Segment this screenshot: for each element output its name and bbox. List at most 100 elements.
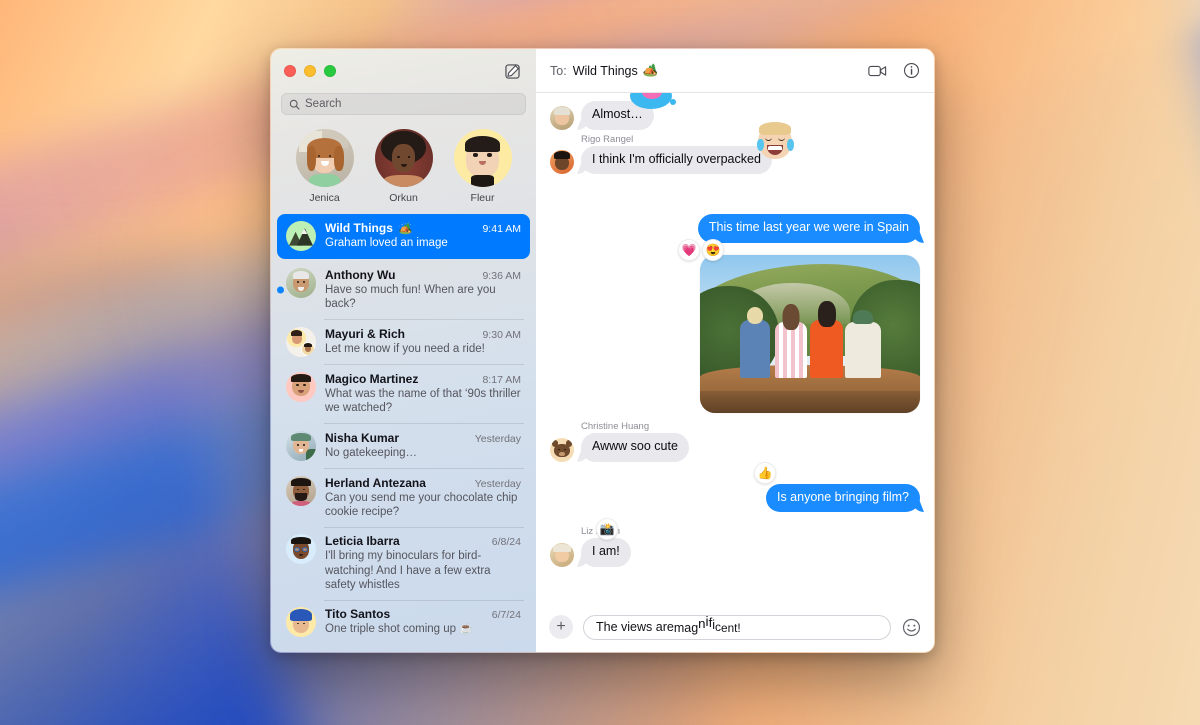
conversation-time: 9:36 AM <box>482 270 521 282</box>
pinned-contact-label: Fleur <box>470 192 495 204</box>
conversation-body: Magico Martinez 8:17 AM What was the nam… <box>325 372 521 416</box>
reaction-heart[interactable]: 💗 <box>678 238 700 261</box>
avatar <box>286 326 316 357</box>
to-label: To: <box>550 63 567 78</box>
conversation-emoji: 🏕️ <box>398 223 413 235</box>
video-camera-icon[interactable] <box>868 64 887 78</box>
conversation-row-magico-martinez[interactable]: Magico Martinez 8:17 AM What was the nam… <box>277 365 530 424</box>
reaction-camera[interactable]: 📸 <box>596 518 618 541</box>
message-list[interactable]: Almost… Rigo Rangel I think I'm official… <box>536 93 934 608</box>
conversation-row-nisha-kumar[interactable]: Nisha Kumar Yesterday No gatekeeping… <box>277 424 530 469</box>
conversation-row-herland-antezana[interactable]: Herland Antezana Yesterday Can you send … <box>277 469 530 528</box>
reaction-heart-eyes[interactable]: 😍 <box>702 238 724 261</box>
plus-label: + <box>556 618 566 635</box>
conversation-body: Nisha Kumar Yesterday No gatekeeping… <box>325 431 521 461</box>
conversation-row-mayuri-rich[interactable]: Mayuri & Rich 9:30 AM Let me know if you… <box>277 320 530 365</box>
conversation-title: Tito Santos <box>325 607 391 622</box>
reaction-cluster[interactable]: 📸 <box>596 518 618 541</box>
plus-icon[interactable]: + <box>549 615 573 639</box>
avatar <box>286 607 316 638</box>
conversation-preview: What was the name of that ‘90s thriller … <box>325 387 521 415</box>
reaction-cluster[interactable]: 👍 <box>754 461 776 484</box>
search-icon <box>289 99 300 109</box>
message-row-photo: 💗 😍 <box>550 238 920 413</box>
conversation-time: Yesterday <box>474 432 521 445</box>
message-sender-name: Rigo Rangel <box>581 133 634 145</box>
search-input[interactable]: Search <box>281 93 526 115</box>
conversation-preview: Can you send me your chocolate chip cook… <box>325 491 518 518</box>
conversation-preview: No gatekeeping… <box>325 446 418 459</box>
conversation-time: Yesterday <box>474 477 521 490</box>
search-placeholder: Search <box>305 98 342 110</box>
conversation-row-tito-santos[interactable]: Tito Santos 6/7/24 One triple shot comin… <box>277 600 530 645</box>
thread-recipient-emoji: 🏕️ <box>642 63 659 77</box>
conversation-preview: One triple shot coming up ☕ <box>325 623 474 636</box>
sticker-memoji-laughing-crying[interactable] <box>754 121 796 164</box>
minimize-button[interactable] <box>304 65 316 77</box>
pinned-contact-label: Orkun <box>389 192 418 204</box>
thread-recipient[interactable]: Wild Things <box>573 64 638 78</box>
conversation-title: Leticia Ibarra <box>325 534 400 549</box>
sticker-blue[interactable] <box>626 93 678 113</box>
conversation-title: Anthony Wu <box>325 268 396 282</box>
message-input-prefix: The views are <box>596 620 674 634</box>
reaction-thumbs-up[interactable]: 👍 <box>754 461 776 484</box>
conversation-time: 9:30 AM <box>482 328 521 341</box>
conversation-title: Wild Things <box>325 221 393 235</box>
message-row-almost: Almost… <box>550 93 920 130</box>
info-circle-icon[interactable] <box>903 62 920 79</box>
message-bubble[interactable]: Awww soo cute <box>581 432 689 462</box>
conversation-body: Tito Santos 6/7/24 One triple shot comin… <box>325 607 521 637</box>
conversation-title: Mayuri & Rich <box>325 326 406 341</box>
pinned-contact-fleur[interactable]: Fleur <box>453 129 512 204</box>
message-bubble[interactable]: I am! <box>581 538 631 567</box>
message-bubble[interactable]: Is anyone bringing film? <box>765 483 920 513</box>
conversation-body: Anthony Wu 9:36 AM Have so much fun! Whe… <box>325 268 521 312</box>
avatar <box>286 221 316 251</box>
avatar <box>295 129 354 187</box>
avatar <box>286 475 316 506</box>
message-image[interactable] <box>700 254 920 413</box>
message-sender-name: Liz Dizon <box>581 526 620 538</box>
pinned-contact-jenica[interactable]: Jenica <box>295 129 354 204</box>
thread-header: To: Wild Things 🏕️ <box>536 49 934 93</box>
avatar <box>286 534 316 565</box>
message-bubble[interactable]: This time last year we were in Spain <box>697 214 920 243</box>
pinned-contact-orkun[interactable]: Orkun <box>374 129 433 204</box>
avatar <box>374 129 433 187</box>
conversation-title: Herland Antezana <box>325 475 426 490</box>
conversation-body: Mayuri & Rich 9:30 AM Let me know if you… <box>325 327 521 357</box>
close-button[interactable] <box>284 65 296 77</box>
conversation-title: Nisha Kumar <box>325 430 400 445</box>
message-bubble[interactable]: I think I'm officially overpacked <box>581 145 772 175</box>
avatar <box>286 268 316 298</box>
conversation-row-anthony-wu[interactable]: Anthony Wu 9:36 AM Have so much fun! Whe… <box>277 261 530 320</box>
conversation-list[interactable]: Wild Things 🏕️ 9:41 AM Graham loved an i… <box>271 210 536 652</box>
avatar <box>550 437 574 462</box>
conversation-time: 8:17 AM <box>482 373 521 386</box>
conversation-title: Magico Martinez <box>325 371 419 386</box>
message-row-film: 👍 Is anyone bringing film? <box>550 461 920 513</box>
compose-icon[interactable] <box>501 60 523 82</box>
avatar <box>550 105 574 130</box>
avatar <box>453 129 512 187</box>
pinned-contacts-row: Jenica Orkun Fleur <box>271 115 536 210</box>
messages-window: Search Jenica Orkun Fleur Wild Things 🏕️… <box>270 48 935 653</box>
desktop-wallpaper: Search Jenica Orkun Fleur Wild Things 🏕️… <box>0 0 1200 725</box>
message-row-overpacked: I think I'm officially overpacked <box>550 121 920 175</box>
conversation-preview: I'll bring my binoculars for bird-watchi… <box>325 550 491 591</box>
message-input[interactable]: The views are magnificent! <box>583 614 891 640</box>
zoom-button[interactable] <box>324 65 336 77</box>
conversation-row-wild-things[interactable]: Wild Things 🏕️ 9:41 AM Graham loved an i… <box>277 214 530 259</box>
traffic-lights <box>284 65 336 77</box>
thread-pane: To: Wild Things 🏕️ Almost… Rigo Rangel I… <box>536 49 934 652</box>
conversation-body: Herland Antezana Yesterday Can you send … <box>325 476 521 520</box>
avatar <box>286 430 316 461</box>
message-row-awww: Awww soo cute <box>550 432 920 462</box>
conversation-row-leticia-ibarra[interactable]: Leticia Ibarra 6/8/24 I'll bring my bino… <box>277 527 530 601</box>
smiley-icon[interactable] <box>901 617 921 637</box>
message-row-spain: This time last year we were in Spain <box>550 214 920 243</box>
pinned-contact-label: Jenica <box>309 192 340 204</box>
message-input-effect-word: magnificent! <box>673 614 741 635</box>
reaction-cluster[interactable]: 💗 😍 <box>678 238 724 261</box>
